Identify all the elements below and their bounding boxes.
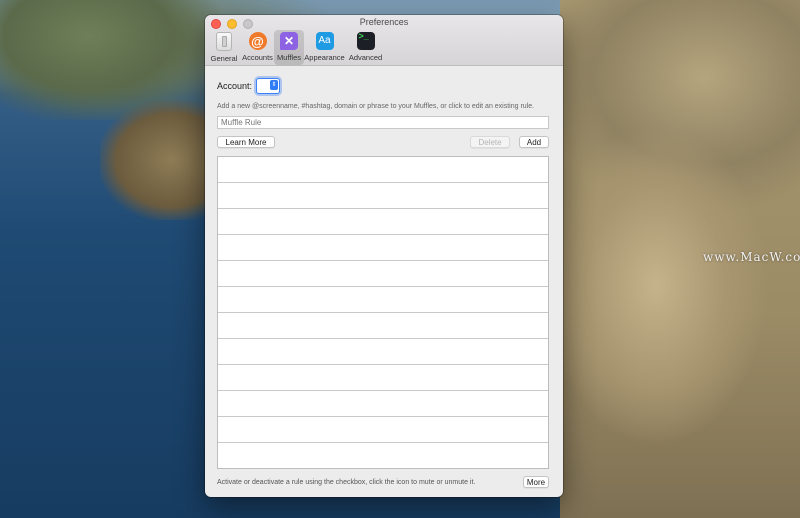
table-row[interactable] — [218, 235, 548, 261]
account-select[interactable]: ⇕ — [256, 78, 281, 94]
general-icon — [216, 32, 232, 51]
muffle-x-icon: ✕ — [280, 32, 298, 50]
tab-appearance-label: Appearance — [304, 53, 345, 62]
muffle-hint-text: Add a new @screenname, #hashtag, domain … — [217, 103, 535, 110]
select-arrows-icon: ⇕ — [270, 80, 279, 90]
tab-muffles-label: Muffles — [276, 53, 302, 62]
tab-accounts[interactable]: @ Accounts — [241, 30, 274, 65]
add-button[interactable]: Add — [519, 136, 549, 148]
table-row[interactable] — [218, 209, 548, 235]
account-row: Account: ⇕ — [217, 78, 281, 94]
tab-advanced-label: Advanced — [348, 53, 383, 62]
muffle-rule-input[interactable] — [217, 116, 549, 129]
table-row[interactable] — [218, 183, 548, 209]
appearance-aa-icon: Aa — [315, 32, 334, 50]
preferences-toolbar: General @ Accounts ✕ Muffles Aa Appearan… — [207, 30, 386, 65]
table-row[interactable] — [218, 365, 548, 391]
tab-muffles[interactable]: ✕ Muffles — [274, 30, 304, 65]
tab-general-label: General — [210, 54, 238, 63]
terminal-icon: >_ — [356, 32, 375, 50]
preferences-window: Preferences General @ Accounts ✕ Muffles… — [205, 15, 563, 497]
tab-advanced[interactable]: >_ Advanced — [345, 30, 386, 65]
table-row[interactable] — [218, 339, 548, 365]
table-row[interactable] — [218, 313, 548, 339]
table-row[interactable] — [218, 443, 548, 468]
table-row[interactable] — [218, 391, 548, 417]
footer-help-text: Activate or deactivate a rule using the … — [217, 479, 476, 486]
learn-more-button[interactable]: Learn More — [217, 136, 275, 148]
table-row[interactable] — [218, 417, 548, 443]
account-label: Account: — [217, 81, 253, 91]
tab-appearance[interactable]: Aa Appearance — [304, 30, 345, 65]
window-titlebar[interactable]: Preferences General @ Accounts ✕ Muffles… — [205, 15, 563, 66]
window-title: Preferences — [359, 17, 409, 27]
delete-button[interactable]: Delete — [470, 136, 510, 148]
tab-accounts-label: Accounts — [242, 53, 273, 62]
muffle-rules-list[interactable] — [217, 156, 549, 469]
more-button[interactable]: More — [523, 476, 549, 488]
table-row[interactable] — [218, 157, 548, 183]
watermark-logo: www.MacW.com — [703, 250, 800, 264]
table-row[interactable] — [218, 261, 548, 287]
desktop-cliff-left — [100, 100, 220, 220]
table-row[interactable] — [218, 287, 548, 313]
at-sign-icon: @ — [248, 32, 267, 50]
tab-general[interactable]: General — [207, 30, 241, 65]
